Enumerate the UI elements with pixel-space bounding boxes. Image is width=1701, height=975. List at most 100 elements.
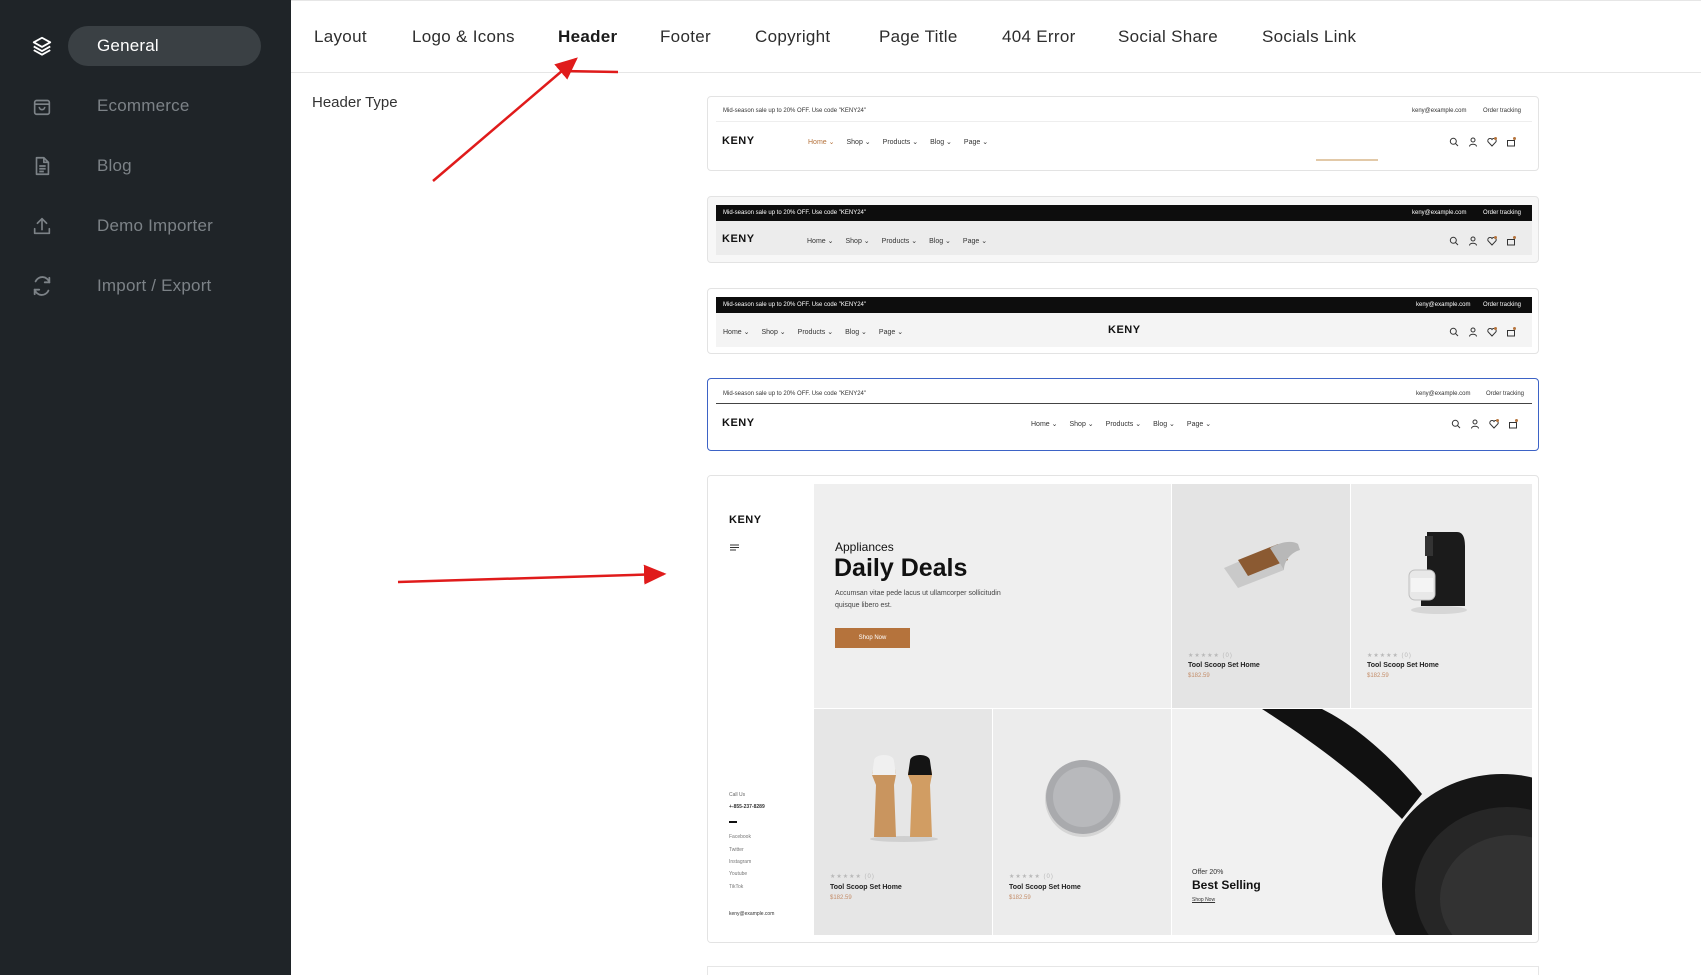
shop-now-link[interactable]: Shop Now xyxy=(1192,897,1215,903)
menu-item: Shop ⌄ xyxy=(1069,421,1094,428)
header-icons xyxy=(1451,419,1518,429)
search-icon xyxy=(1451,419,1461,429)
order-tracking-link: Order tracking xyxy=(1486,391,1525,397)
menu-item: Blog ⌄ xyxy=(845,329,867,336)
sidebar-item-ecommerce[interactable]: Ecommerce xyxy=(0,86,291,126)
sidebar-item-label: General xyxy=(97,36,159,55)
product-price: $182.59 xyxy=(830,895,852,901)
email-text: keny@example.com xyxy=(1416,302,1471,308)
social-link[interactable]: TikTok xyxy=(729,884,743,890)
menu-item: Products ⌄ xyxy=(797,329,834,336)
shopping-bag-icon xyxy=(31,95,53,117)
layers-icon xyxy=(31,35,53,57)
coffee-maker-image xyxy=(1408,532,1467,614)
hero-description: quisque libero est. xyxy=(835,602,892,609)
social-link[interactable]: Youtube xyxy=(729,871,747,877)
logo: KENY xyxy=(729,514,762,526)
hero-banner: Appliances Daily Deals Accumsan vitae pe… xyxy=(814,484,1171,708)
menu-item: Shop ⌄ xyxy=(761,329,786,336)
order-tracking-link: Order tracking xyxy=(1483,210,1522,216)
frying-pan-image xyxy=(1262,709,1532,935)
tab-socials-link[interactable]: Socials Link xyxy=(1262,27,1356,47)
header-type-option-4[interactable]: Mid-season sale up to 20% OFF. Use code … xyxy=(707,378,1539,451)
call-label: Call Us xyxy=(729,792,746,798)
tab-404-error[interactable]: 404 Error xyxy=(1002,27,1076,47)
sidebar-item-blog[interactable]: Blog xyxy=(0,146,291,186)
user-icon xyxy=(1471,419,1479,429)
order-tracking-link: Order tracking xyxy=(1483,302,1522,308)
product-name: Tool Scoop Set Home xyxy=(830,884,902,891)
menu-item: Blog ⌄ xyxy=(930,139,952,146)
rating-stars: ★★★★★ (0) xyxy=(1367,653,1412,659)
header-type-option-2[interactable]: Mid-season sale up to 20% OFF. Use code … xyxy=(707,196,1539,263)
sidebar-item-import-export[interactable]: Import / Export xyxy=(0,266,291,306)
product-card[interactable]: ★★★★★ (0) Tool Scoop Set Home $182.59 xyxy=(814,709,992,935)
hero-description: Accumsan vitae pede lacus ut ullamcorper… xyxy=(835,590,1001,597)
header-icons xyxy=(1449,137,1516,147)
social-link[interactable]: Facebook xyxy=(729,834,751,840)
menu-item: Page ⌄ xyxy=(963,139,989,146)
product-card[interactable]: ★★★★★ (0) Tool Scoop Set Home $182.59 xyxy=(1172,484,1350,708)
tab-copyright[interactable]: Copyright xyxy=(755,27,830,47)
sidebar-item-label: Blog xyxy=(97,156,132,175)
rating-stars: ★★★★★ (0) xyxy=(830,874,875,880)
header-type-label: Header Type xyxy=(312,94,398,111)
order-tracking-link: Order tracking xyxy=(1483,108,1522,114)
document-icon xyxy=(31,155,53,177)
promo-text: Mid-season sale up to 20% OFF. Use code … xyxy=(723,391,866,397)
email-text: keny@example.com xyxy=(1412,108,1467,114)
header-type-option-1[interactable]: Mid-season sale up to 20% OFF. Use code … xyxy=(707,96,1539,171)
menu-item: Products ⌄ xyxy=(1105,421,1142,428)
menu-item: Home ⌄ xyxy=(1031,421,1058,428)
sidebar: General Ecommerce Blog Demo Importer Imp… xyxy=(0,0,291,975)
sidebar-item-label: Ecommerce xyxy=(97,96,190,115)
plate-image xyxy=(1045,760,1121,837)
menu-icon xyxy=(730,544,739,551)
tab-logo-icons[interactable]: Logo & Icons xyxy=(412,27,515,47)
header-type-option-3[interactable]: Mid-season sale up to 20% OFF. Use code … xyxy=(707,288,1539,354)
header-type-option-5[interactable]: KENY Call Us +-855-237-8289 Facebook Twi… xyxy=(707,475,1539,943)
tab-footer[interactable]: Footer xyxy=(660,27,711,47)
rating-stars: ★★★★★ (0) xyxy=(1188,653,1233,659)
menu-item: Page ⌄ xyxy=(962,238,988,245)
mini-menu: Home ⌄ Shop ⌄ Products ⌄ Blog ⌄ Page ⌄ xyxy=(808,138,988,146)
logo: KENY xyxy=(722,233,755,245)
offer-small: Offer 20% xyxy=(1192,869,1224,876)
salt-pepper-mill-image xyxy=(870,755,938,842)
tab-layout[interactable]: Layout xyxy=(314,27,367,47)
button-label: Shop Now xyxy=(858,635,887,641)
social-link[interactable]: Instagram xyxy=(729,859,751,865)
sidebar-item-general[interactable]: General xyxy=(0,26,291,66)
search-icon xyxy=(1449,137,1459,147)
divider xyxy=(729,821,737,823)
promo-text: Mid-season sale up to 20% OFF. Use code … xyxy=(723,302,866,308)
product-card[interactable]: ★★★★★ (0) Tool Scoop Set Home $182.59 xyxy=(1351,484,1532,708)
hero-kicker: Appliances xyxy=(835,540,894,554)
heart-icon xyxy=(1487,137,1497,147)
product-card[interactable]: ★★★★★ (0) Tool Scoop Set Home $182.59 xyxy=(993,709,1171,935)
product-price: $182.59 xyxy=(1367,673,1389,679)
best-selling-banner[interactable]: Offer 20% Best Selling Shop Now xyxy=(1172,709,1532,935)
heart-icon xyxy=(1487,236,1497,246)
sidebar-item-demo-importer[interactable]: Demo Importer xyxy=(0,206,291,246)
shop-now-button[interactable]: Shop Now xyxy=(835,628,910,648)
tab-social-share[interactable]: Social Share xyxy=(1118,27,1218,47)
sidebar-item-label: Demo Importer xyxy=(97,216,213,235)
header-icons xyxy=(1449,236,1516,246)
promo-text: Mid-season sale up to 20% OFF. Use code … xyxy=(723,108,866,114)
menu-item: Page ⌄ xyxy=(878,329,904,336)
tab-page-title[interactable]: Page Title xyxy=(879,27,958,47)
cart-icon xyxy=(1507,137,1516,147)
horizontal-arrow xyxy=(397,564,667,585)
tab-header[interactable]: Header xyxy=(558,27,617,47)
search-icon xyxy=(1449,236,1459,246)
rating-stars: ★★★★★ (0) xyxy=(1009,874,1054,880)
menu-item: Shop ⌄ xyxy=(845,238,870,245)
social-link[interactable]: Twitter xyxy=(729,847,744,853)
email-text: keny@example.com xyxy=(1412,210,1467,216)
divider xyxy=(716,121,1532,122)
phone-number: +-855-237-8289 xyxy=(729,804,765,810)
menu-item: Page ⌄ xyxy=(1186,421,1212,428)
sidebar-item-label: Import / Export xyxy=(97,276,212,295)
user-icon xyxy=(1469,327,1477,337)
